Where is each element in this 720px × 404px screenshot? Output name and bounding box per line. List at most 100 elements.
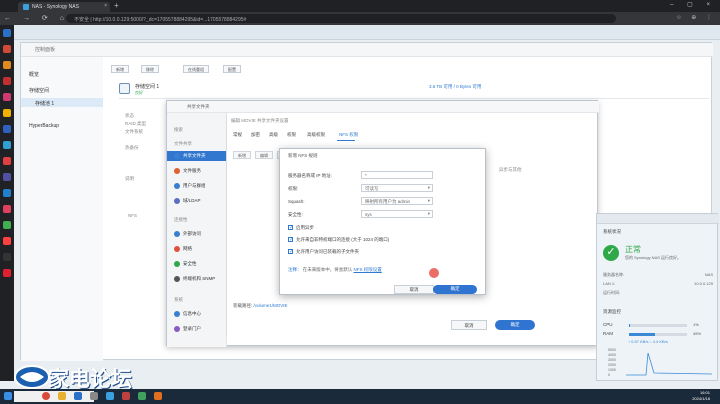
edit-ok-button[interactable]: 确定 — [495, 320, 535, 330]
sidebar-item-overview[interactable]: 概览 — [29, 71, 39, 78]
app-icon[interactable] — [3, 45, 11, 53]
app-icon[interactable] — [3, 77, 11, 85]
dialog-ok-button[interactable]: 确定 — [433, 285, 477, 294]
address-input[interactable]: 不安全 | http://10.0.0.129:5000/?_dc=170557… — [66, 14, 616, 23]
cpu-bar-fill — [629, 324, 630, 327]
ram-bar-fill — [629, 333, 656, 336]
app-icon[interactable] — [74, 392, 82, 400]
dialog-title: 新增 NFS 规则 — [288, 153, 318, 158]
tab-nfs-permissions[interactable]: NFS 权限 — [339, 132, 358, 138]
folder-icon[interactable] — [58, 392, 66, 400]
app-icon[interactable] — [3, 189, 11, 197]
chart-tick-label: 0 — [608, 373, 610, 377]
sidebar-item-storage[interactable]: 存储空间 — [29, 87, 49, 94]
sidebar-item-users[interactable]: 用户与群组 — [174, 183, 206, 189]
ram-percent: 45% — [693, 331, 702, 336]
tab-permissions[interactable]: 权限 — [287, 132, 296, 138]
dialog-cancel-button[interactable]: 取消 — [394, 285, 434, 294]
taskbar-clock[interactable]: 16:01 2024/1/18 — [692, 390, 710, 402]
app-icon[interactable] — [3, 173, 11, 181]
app-icon[interactable] — [3, 205, 11, 213]
app-icon[interactable] — [3, 29, 11, 37]
tab-advanced[interactable]: 高级 — [269, 132, 278, 138]
note-link[interactable]: NFS 权限设置 — [354, 267, 382, 272]
remove-button[interactable]: 移除 — [141, 65, 159, 73]
privilege-select[interactable]: 可读写 — [361, 184, 433, 192]
extension-icons[interactable]: ☆ ⊕ ⋮ — [676, 14, 716, 21]
app-icon[interactable] — [90, 392, 98, 400]
security-select[interactable]: sys — [361, 210, 433, 218]
window-title: 控制面板 — [21, 43, 713, 57]
nav-buttons[interactable]: ← → ⟳ ⌂ — [4, 14, 69, 22]
ram-label: RAM — [603, 331, 613, 336]
close-tab-icon[interactable]: × — [104, 3, 107, 9]
app-icon[interactable] — [3, 93, 11, 101]
volume-icon — [119, 83, 130, 94]
nonpriv-port-checkbox[interactable]: ✓ 允许来自非特权端口的连接 (大于 1024 的端口) — [288, 237, 389, 243]
app-icon[interactable] — [3, 253, 11, 261]
sidebar-item-terminal[interactable]: 终端机和 SNMP — [174, 276, 215, 282]
app-icon[interactable] — [154, 392, 162, 400]
add-button[interactable]: 新增 — [111, 65, 129, 73]
app-icon[interactable] — [3, 61, 11, 69]
app-icon[interactable] — [3, 269, 11, 277]
sidebar-item-info-center[interactable]: 信息中心 — [174, 311, 201, 317]
info-label: 说明 — [125, 176, 134, 181]
cpu-percent: 1% — [693, 322, 699, 327]
tab-encryption[interactable]: 加密 — [251, 132, 260, 138]
edit-cancel-button[interactable]: 取消 — [451, 320, 487, 330]
app-icon[interactable] — [3, 221, 11, 229]
chrome-icon[interactable] — [42, 392, 50, 400]
check-label: 允许来自非特权端口的连接 (大于 1024 的端口) — [296, 237, 390, 242]
app-icon[interactable] — [138, 392, 146, 400]
app-icon[interactable] — [106, 392, 114, 400]
info-value: 10.0.0.129 — [694, 281, 713, 286]
window-controls[interactable]: – ▢ × — [670, 1, 716, 8]
sidebar-item-file-services[interactable]: 文件服务 — [174, 168, 201, 174]
sidebar-item-login-portal[interactable]: 登录门户 — [174, 326, 201, 332]
sidebar-item-hyperbackup[interactable]: HyperBackup — [29, 123, 59, 129]
app-icon[interactable] — [122, 392, 130, 400]
start-icon[interactable] — [4, 392, 12, 400]
squash-select[interactable]: 映射所有用户为 admin — [361, 197, 433, 205]
sidebar-selection — [21, 98, 103, 107]
sidebar-item-shared-folder[interactable]: 共享文件夹 — [174, 153, 206, 159]
online-rebuild-button[interactable]: 在线重组 — [183, 65, 209, 73]
volume-row[interactable]: 存储空间 1 良好 3.6 TB 可用 / 0 Bytes 可用 — [119, 81, 709, 99]
new-tab-icon[interactable]: + — [114, 1, 119, 10]
sidebar-item-network[interactable]: 网络 — [174, 246, 192, 252]
app-icon[interactable] — [3, 237, 11, 245]
item-label: 网络 — [183, 246, 192, 251]
app-icon[interactable] — [3, 157, 11, 165]
sidebar-item-external-access[interactable]: 外部访问 — [174, 231, 201, 237]
item-label: 用户与群组 — [183, 183, 206, 188]
async-header: 异步与其他 — [499, 167, 522, 172]
mount-path-label: 装载路径: — [233, 303, 253, 308]
search-field[interactable]: 搜索 — [174, 127, 183, 133]
tab-general[interactable]: 常规 — [233, 132, 242, 138]
app-icon[interactable] — [3, 109, 11, 117]
browser-tab[interactable]: NAS - Synology NAS × — [18, 2, 110, 12]
dsm-taskbar — [14, 25, 720, 40]
tab-advanced-permissions[interactable]: 高级权限 — [307, 132, 325, 138]
storage-sidebar: 概览 存储空间 存储池 1 HyperBackup — [21, 57, 103, 361]
nfs-edit-button[interactable]: 编辑 — [255, 151, 273, 159]
check-label: 允许用户访问已装载的子文件夹 — [296, 249, 359, 254]
check-label: 启用异步 — [296, 225, 314, 230]
subfolder-checkbox[interactable]: ✓ 允许用户访问已装载的子文件夹 — [288, 249, 359, 255]
info-key: 运行时间: — [603, 290, 621, 295]
app-icon[interactable] — [3, 141, 11, 149]
configure-button[interactable]: 配置 — [223, 65, 241, 73]
async-checkbox[interactable]: ✓ 启用异步 — [288, 225, 314, 231]
cpu-label: CPU — [603, 322, 613, 327]
sidebar-item-ldap[interactable]: 域/LDAP — [174, 198, 201, 204]
hostname-input[interactable]: * — [361, 171, 433, 179]
app-icon[interactable] — [3, 125, 11, 133]
sidebar-item-pool[interactable]: 存储池 1 — [35, 100, 54, 107]
checkmark-icon: ✓ — [288, 225, 294, 231]
sidebar-item-security[interactable]: 安全性 — [174, 261, 197, 267]
nfs-add-button[interactable]: 新增 — [233, 151, 251, 159]
taskbar-search[interactable] — [14, 391, 94, 402]
info-row: 运行时间: — [603, 290, 713, 296]
shared-folder-sidebar: 搜索 文件共享 共享文件夹 文件服务 用户与群组 域/LDAP 连接性 外部访问… — [167, 113, 227, 347]
